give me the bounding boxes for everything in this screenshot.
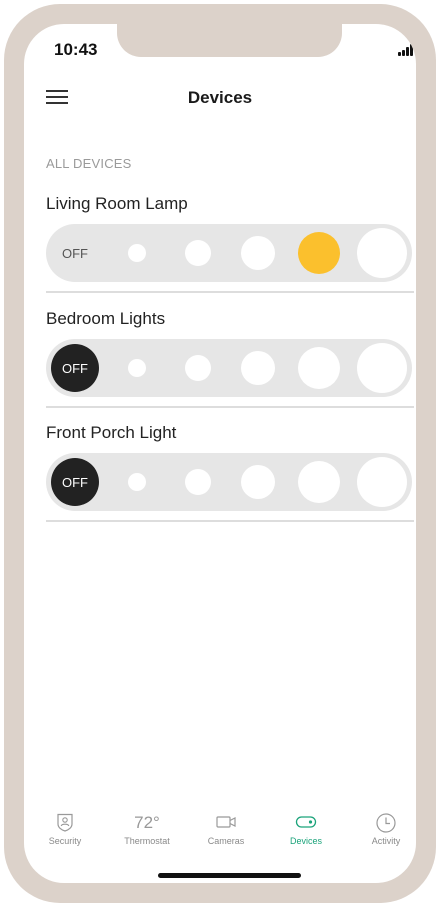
section-label: ALL DEVICES — [46, 156, 132, 171]
level-3-dot[interactable] — [241, 351, 275, 385]
shield-person-icon — [57, 813, 73, 832]
tab-devices[interactable]: Devices — [271, 812, 341, 846]
status-time: 10:43 — [54, 40, 98, 59]
off-button[interactable]: OFF — [51, 229, 99, 277]
level-3-dot[interactable] — [241, 236, 275, 270]
clock-icon — [376, 813, 396, 833]
signal-icon — [398, 44, 416, 56]
tab-label: Devices — [289, 836, 322, 846]
tab-activity[interactable]: Activity — [351, 812, 416, 846]
level-5-dot[interactable] — [357, 228, 407, 278]
home-indicator — [158, 873, 301, 878]
level-3-dot[interactable] — [241, 465, 275, 499]
off-button[interactable]: OFF — [51, 458, 99, 506]
tab-label: Security — [48, 836, 82, 846]
level-4-dot[interactable] — [298, 232, 340, 274]
brightness-slider[interactable]: OFF — [46, 224, 412, 282]
divider — [46, 406, 414, 408]
tab-thermostat[interactable]: 72° Thermostat — [112, 812, 182, 846]
brightness-slider[interactable]: OFF — [46, 453, 412, 511]
level-1-dot[interactable] — [128, 359, 146, 377]
level-5-dot[interactable] — [357, 457, 407, 507]
brightness-slider[interactable]: OFF — [46, 339, 412, 397]
level-2-dot[interactable] — [185, 355, 211, 381]
device-name: Living Room Lamp — [46, 194, 188, 213]
level-4-dot[interactable] — [298, 461, 340, 503]
camera-icon — [216, 816, 236, 828]
level-2-dot[interactable] — [185, 240, 211, 266]
level-1-dot[interactable] — [128, 473, 146, 491]
level-5-dot[interactable] — [357, 343, 407, 393]
device-name: Front Porch Light — [46, 423, 177, 442]
level-4-dot[interactable] — [298, 347, 340, 389]
page-title: Devices — [187, 88, 253, 107]
level-1-dot[interactable] — [128, 244, 146, 262]
phone-frame: 10:43 Devices ALL DEVICES Living Room La… — [4, 4, 436, 903]
tab-label: Activity — [371, 836, 401, 846]
divider — [46, 291, 414, 293]
tab-label: Thermostat — [124, 836, 170, 846]
divider — [46, 520, 414, 522]
toggle-icon — [295, 816, 317, 828]
phone-screen: 10:43 Devices ALL DEVICES Living Room La… — [24, 24, 416, 883]
notch — [117, 24, 342, 57]
tab-label: Cameras — [207, 836, 245, 846]
tab-security[interactable]: Security — [30, 812, 100, 846]
temperature-readout: 72° — [134, 813, 160, 832]
off-button[interactable]: OFF — [51, 344, 99, 392]
device-name: Bedroom Lights — [46, 309, 166, 328]
level-2-dot[interactable] — [185, 469, 211, 495]
tab-bar: Security 72° Thermostat Cameras Devices … — [24, 812, 416, 852]
tab-cameras[interactable]: Cameras — [191, 812, 261, 846]
